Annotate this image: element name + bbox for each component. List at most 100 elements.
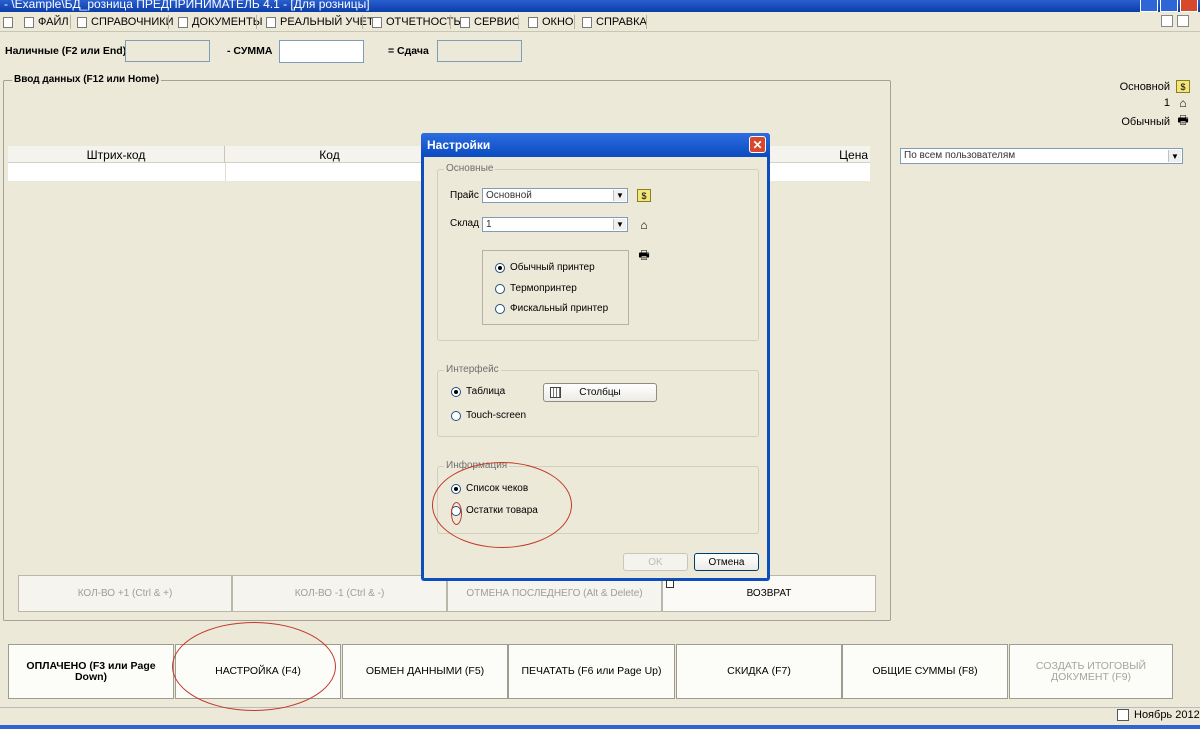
status-date: Ноябрь 2012г xyxy=(1134,709,1200,721)
help-icon xyxy=(582,16,592,28)
calendar-icon[interactable] xyxy=(1117,709,1129,721)
radio-touch-screen[interactable]: Touch-screen xyxy=(451,410,526,421)
create-summary-document-button[interactable]: СОЗДАТЬ ИТОГОВЫЙ ДОКУМЕНТ (F9) xyxy=(1009,644,1173,699)
menu-help[interactable]: СПРАВКА xyxy=(582,15,647,29)
report-icon xyxy=(372,16,382,28)
disk-icon xyxy=(24,16,34,28)
radio-regular-printer[interactable]: Обычный принтер xyxy=(495,262,595,273)
menubar: ФАЙЛ СПРАВОЧНИКИ ДОКУМЕНТЫ РЕАЛЬНЫЙ УЧЕТ… xyxy=(0,12,1200,32)
printer-indicator: Обычный xyxy=(1121,116,1170,128)
chevron-down-icon[interactable]: ▼ xyxy=(613,190,626,201)
price-icon[interactable]: $ xyxy=(637,189,651,202)
qty-minus-button[interactable]: КОЛ-ВО -1 (Ctrl & -) xyxy=(232,575,447,612)
radio-dot xyxy=(495,303,505,314)
ok-button[interactable]: OK xyxy=(623,553,688,571)
mdi-restore-button[interactable] xyxy=(1161,15,1173,27)
menu-file[interactable]: ФАЙЛ xyxy=(24,15,69,29)
sum-field[interactable] xyxy=(279,40,364,63)
radio-thermal-printer-label: Термопринтер xyxy=(510,283,577,294)
menu-reports[interactable]: ОТЧЕТНОСТЬ xyxy=(372,15,461,29)
chevron-down-icon[interactable]: ▼ xyxy=(1168,150,1181,162)
radio-fiscal-printer-label: Фискальный принтер xyxy=(510,303,609,314)
radio-dot xyxy=(495,262,505,273)
cancel-button[interactable]: Отмена xyxy=(694,553,759,571)
mdi-close-button[interactable] xyxy=(1177,15,1189,27)
price-icon[interactable]: $ xyxy=(1176,80,1190,93)
app-menu-icon[interactable] xyxy=(3,15,13,29)
menu-service[interactable]: СЕРВИС xyxy=(460,15,520,29)
radio-table[interactable]: Таблица xyxy=(451,386,505,397)
menu-window-label: ОКНО xyxy=(542,16,574,28)
annotation-ellipse-radio xyxy=(451,502,462,525)
window-titlebar: - \Example\БД_розница ПРЕДПРИНИМАТЕЛЬ 4.… xyxy=(0,0,1200,12)
qty-plus-button[interactable]: КОЛ-ВО +1 (Ctrl & +) xyxy=(18,575,232,612)
radio-regular-printer-label: Обычный принтер xyxy=(510,262,595,273)
home-icon[interactable]: ⌂ xyxy=(1176,96,1190,110)
print-button[interactable]: ПЕЧАТАТЬ (F6 или Page Up) xyxy=(508,644,675,699)
status-bar: Ноябрь 2012г xyxy=(0,707,1200,729)
users-filter-value: По всем пользователям xyxy=(904,150,1016,161)
users-filter-select[interactable]: По всем пользователям ▼ xyxy=(900,148,1183,164)
warehouse-label: Склад xyxy=(450,218,479,229)
home-icon[interactable]: ⌂ xyxy=(637,218,651,232)
radio-table-label: Таблица xyxy=(466,386,506,397)
menu-documents-label: ДОКУМЕНТЫ xyxy=(192,16,263,28)
window-title: - \Example\БД_розница ПРЕДПРИНИМАТЕЛЬ 4.… xyxy=(4,0,370,11)
basic-fieldset-title: Основные xyxy=(444,163,496,174)
menu-real-accounting-label: РЕАЛЬНЫЙ УЧЕТ xyxy=(280,16,374,28)
discount-button[interactable]: СКИДКА (F7) xyxy=(676,644,842,699)
paid-button[interactable]: ОПЛАЧЕНО (F3 или Page Down) xyxy=(8,644,174,699)
data-exchange-button[interactable]: ОБМЕН ДАННЫМИ (F5) xyxy=(342,644,508,699)
column-barcode[interactable]: Штрих-код xyxy=(8,146,225,163)
price-indicator: Основной xyxy=(1119,81,1170,93)
menu-help-label: СПРАВКА xyxy=(596,16,647,28)
totals-button[interactable]: ОБЩИЕ СУММЫ (F8) xyxy=(842,644,1008,699)
radio-dot xyxy=(451,386,461,397)
radio-thermal-printer[interactable]: Термопринтер xyxy=(495,283,577,294)
printer-icon[interactable]: 🖶 xyxy=(637,248,651,263)
radio-dot xyxy=(495,283,505,294)
printer-icon[interactable]: 🖶 xyxy=(1176,113,1190,128)
warehouse-select[interactable]: 1 ▼ xyxy=(482,217,628,232)
radio-dot xyxy=(451,410,461,421)
ledger-icon xyxy=(266,16,276,28)
menu-references[interactable]: СПРАВОЧНИКИ xyxy=(77,15,174,29)
cash-field[interactable] xyxy=(125,40,210,62)
warehouse-select-value: 1 xyxy=(486,219,492,230)
price-select-value: Основной xyxy=(486,190,532,201)
cash-label: Наличные (F2 или End) xyxy=(5,45,127,57)
change-field xyxy=(437,40,522,62)
sum-label: - СУММА xyxy=(227,45,273,57)
column-price[interactable]: Цена xyxy=(775,146,870,163)
price-label: Прайс xyxy=(450,190,479,201)
menu-file-label: ФАЙЛ xyxy=(38,16,69,28)
dialog-titlebar: Настройки ✕ xyxy=(421,133,770,157)
change-label: = Сдача xyxy=(388,45,429,57)
maximize-button[interactable] xyxy=(1160,0,1178,12)
menu-window[interactable]: ОКНО xyxy=(528,15,573,29)
chevron-down-icon[interactable]: ▼ xyxy=(613,219,626,230)
calculator-icon xyxy=(460,16,470,28)
home-icon xyxy=(77,16,87,28)
radio-touch-screen-label: Touch-screen xyxy=(466,410,527,421)
taskbar-strip xyxy=(0,725,1200,729)
annotation-ellipse-settings xyxy=(172,622,336,711)
menu-real-accounting[interactable]: РЕАЛЬНЫЙ УЧЕТ xyxy=(266,15,374,29)
menu-service-label: СЕРВИС xyxy=(474,16,520,28)
window-icon xyxy=(528,16,538,28)
resize-grip xyxy=(666,580,674,588)
column-code[interactable]: Код xyxy=(225,146,435,163)
price-select[interactable]: Основной ▼ xyxy=(482,188,628,203)
radio-fiscal-printer[interactable]: Фискальный принтер xyxy=(495,303,608,314)
warehouse-indicator: 1 xyxy=(1163,97,1170,109)
interface-fieldset-title: Интерфейс xyxy=(444,364,501,375)
close-window-button[interactable] xyxy=(1180,0,1198,12)
minimize-button[interactable] xyxy=(1140,0,1158,12)
table-icon xyxy=(550,387,561,398)
menu-documents[interactable]: ДОКУМЕНТЫ xyxy=(178,15,262,29)
input-group-title: Ввод данных (F12 или Home) xyxy=(12,74,162,85)
dialog-title: Настройки xyxy=(427,138,491,152)
columns-button[interactable]: Столбцы xyxy=(543,383,657,402)
columns-button-label: Столбцы xyxy=(579,387,621,398)
dialog-close-button[interactable]: ✕ xyxy=(749,136,766,153)
